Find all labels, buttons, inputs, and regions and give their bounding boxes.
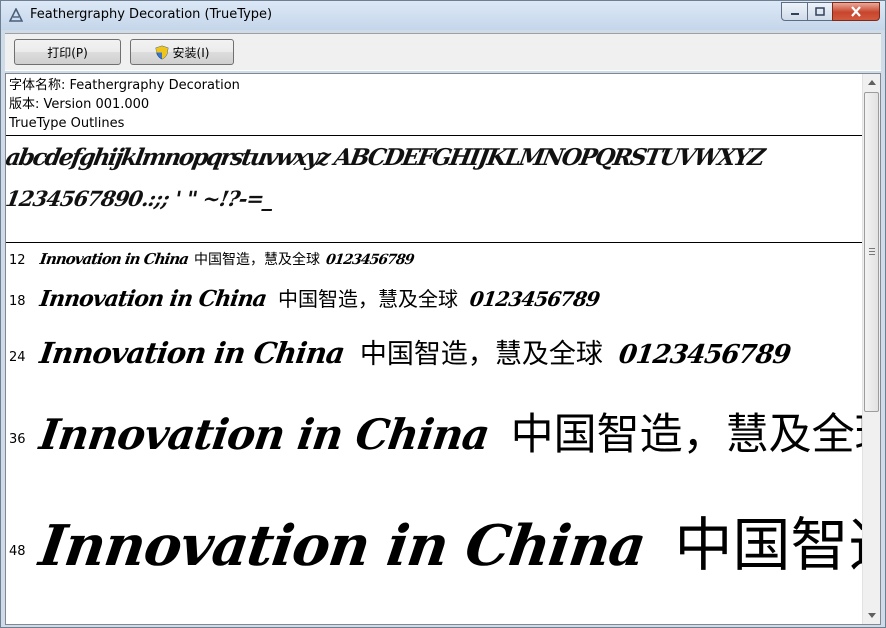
sample-cjk: 中国智造，慧及全球 <box>277 287 458 311</box>
sample-digits: 0123456789 <box>468 287 601 311</box>
sample-row-36: 36 Innovation in China 中国智造，慧及全球 0123456… <box>6 390 862 478</box>
scrollbar-thumb[interactable] <box>864 92 879 412</box>
size-label: 36 <box>9 432 26 447</box>
sample-row-12: 12 Innovation in China 中国智造，慧及全球 0123456… <box>6 246 862 274</box>
scroll-up-button[interactable] <box>863 74 880 91</box>
window-title: Feathergraphy Decoration (TrueType) <box>30 7 273 22</box>
maximize-button[interactable] <box>807 2 833 21</box>
title-bar[interactable]: Feathergraphy Decoration (TrueType) <box>1 1 885 30</box>
toolbar: 打印(P) 安装(I) <box>5 33 881 71</box>
size-label: 18 <box>9 294 26 309</box>
close-button[interactable] <box>832 2 880 21</box>
font-preview-window: Feathergraphy Decoration (TrueType) 打印(P… <box>0 0 886 628</box>
sample-latin: Innovation in China <box>38 250 190 268</box>
font-preview-area: 字体名称: Feathergraphy Decoration 版本: Versi… <box>5 73 881 625</box>
font-app-icon <box>9 8 23 22</box>
maximize-icon <box>815 7 825 16</box>
install-button-label: 安装(I) <box>172 45 210 60</box>
font-outline-line: TrueType Outlines <box>9 116 125 131</box>
sample-cjk: 中国智造，慧及全球 <box>194 252 321 268</box>
close-icon <box>851 6 861 17</box>
numeral-specimen: 1234567890.:;; ' " ~!?-=_ <box>5 186 276 211</box>
sample-latin: Innovation in China <box>38 286 268 312</box>
sample-row-24: 24 Innovation in China 中国智造，慧及全球 0123456… <box>6 326 862 384</box>
grip-icon <box>869 248 875 255</box>
font-info: 字体名称: Feathergraphy Decoration 版本: Versi… <box>9 76 240 133</box>
arrow-up-icon <box>867 80 876 85</box>
sample-row-48: 48 Innovation in China 中国智造，慧及全球 0123456… <box>6 484 862 604</box>
print-button[interactable]: 打印(P) <box>14 39 121 65</box>
font-name-line: 字体名称: Feathergraphy Decoration <box>9 78 240 93</box>
install-button[interactable]: 安装(I) <box>130 39 234 65</box>
size-label: 24 <box>9 350 26 365</box>
size-label: 12 <box>9 253 26 268</box>
font-version-line: 版本: Version 001.000 <box>9 97 150 112</box>
print-button-label: 打印(P) <box>47 45 88 60</box>
sample-latin: Innovation in China <box>35 513 650 579</box>
alphabet-specimen: abcdefghijklmnopqrstuvwxyz ABCDEFGHIJKLM… <box>5 144 766 171</box>
minimize-button[interactable] <box>781 2 808 21</box>
sample-cjk: 中国智造，慧及全球 <box>674 511 862 579</box>
sample-cjk: 中国智造，慧及全球 <box>510 410 862 460</box>
size-label: 48 <box>9 544 26 559</box>
sample-latin: Innovation in China <box>36 410 493 459</box>
sample-cjk: 中国智造，慧及全球 <box>359 339 603 370</box>
sample-digits: 0123456789 <box>324 252 415 268</box>
arrow-down-icon <box>867 613 876 618</box>
scroll-down-button[interactable] <box>863 607 880 624</box>
minimize-icon <box>790 12 799 15</box>
divider <box>6 242 862 243</box>
sample-digits: 0123456789 <box>616 340 792 370</box>
divider <box>6 135 862 136</box>
shield-icon <box>155 45 168 59</box>
vertical-scrollbar[interactable] <box>862 74 880 624</box>
sample-row-18: 18 Innovation in China 中国智造，慧及全球 0123456… <box>6 277 862 321</box>
sample-latin: Innovation in China <box>37 336 347 370</box>
